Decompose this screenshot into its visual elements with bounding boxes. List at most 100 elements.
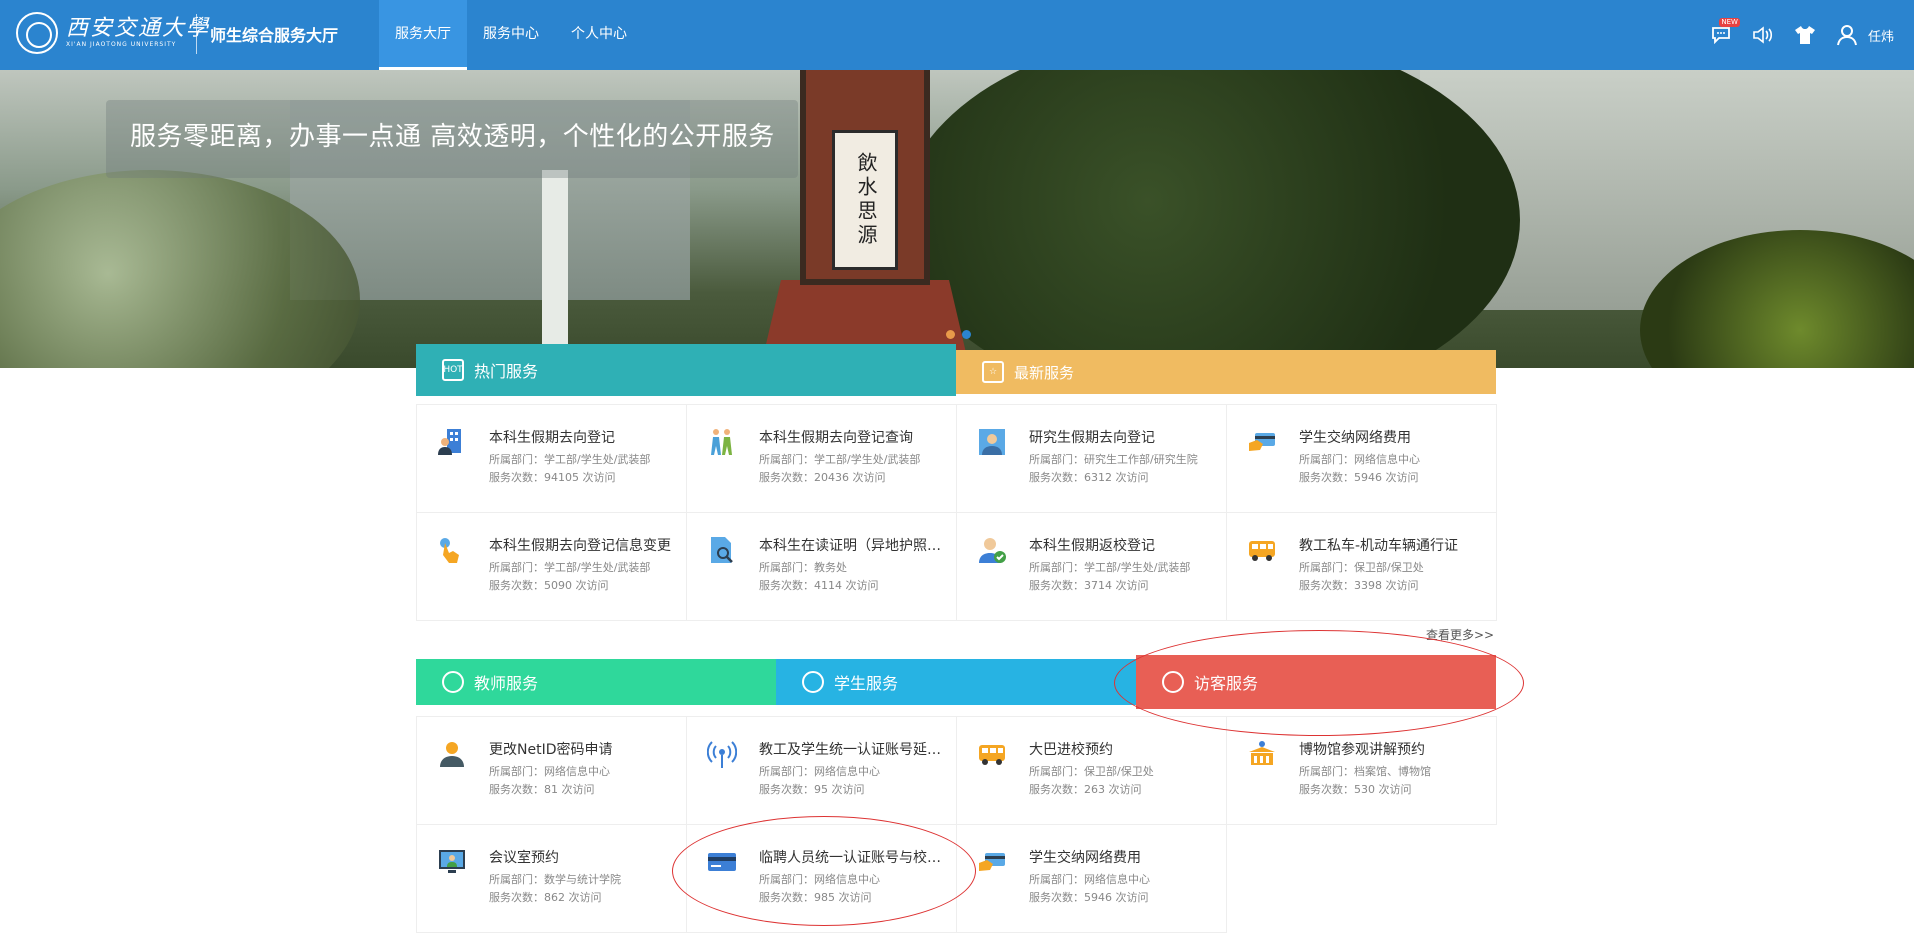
banner-pine-tree: [900, 70, 1520, 368]
service-name[interactable]: 学生交纳网络费用: [1299, 427, 1491, 447]
tab-visitor-services[interactable]: 访客服务: [1136, 655, 1496, 709]
service-card[interactable]: 研究生假期去向登记 所属部门：研究生工作部/研究生院 服务次数：6312 次访问: [957, 405, 1227, 513]
service-name[interactable]: 本科生在读证明（异地护照办理）: [759, 535, 951, 555]
service-name[interactable]: 教工私车-机动车辆通行证: [1299, 535, 1491, 555]
service-visit-count: 服务次数：3398 次访问: [1299, 579, 1419, 592]
visitor-icon: [1162, 671, 1184, 693]
service-department: 所属部门：档案馆、博物馆: [1299, 765, 1431, 778]
service-name[interactable]: 本科生假期去向登记: [489, 427, 681, 447]
star-badge-icon: ☆: [982, 361, 1004, 383]
nav-service-center[interactable]: 服务中心: [467, 0, 555, 70]
header-divider: [196, 14, 197, 54]
service-department: 所属部门：学工部/学生处/武装部: [1029, 561, 1191, 574]
service-visit-count: 服务次数：5946 次访问: [1299, 471, 1419, 484]
walking-people-icon: [707, 427, 737, 457]
new-badge: NEW: [1719, 18, 1740, 27]
bus-icon: [1247, 535, 1277, 565]
service-visit-count: 服务次数：862 次访问: [489, 891, 602, 904]
service-department: 所属部门：网络信息中心: [1029, 873, 1150, 886]
user-avatar-icon[interactable]: [1836, 24, 1858, 46]
hero-banner: 飲水思源 服务零距离，办事一点通 高效透明，个性化的公开服务: [0, 70, 1914, 368]
service-card[interactable]: 博物馆参观讲解预约 所属部门：档案馆、博物馆 服务次数：530 次访问: [1227, 717, 1497, 825]
bus-icon: [977, 739, 1007, 769]
document-search-icon: [707, 535, 737, 565]
hot-icon: HOT: [442, 359, 464, 381]
service-name[interactable]: 教工及学生统一认证账号延期申请: [759, 739, 951, 759]
service-department: 所属部门：学工部/学生处/武装部: [759, 453, 921, 466]
nav-service-hall[interactable]: 服务大厅: [379, 0, 467, 70]
service-name[interactable]: 本科生假期返校登记: [1029, 535, 1221, 555]
tab-student-label: 学生服务: [834, 674, 899, 693]
service-card[interactable]: 教工及学生统一认证账号延期申请 所属部门：网络信息中心 服务次数：95 次访问: [687, 717, 957, 825]
service-department: 所属部门：网络信息中心: [759, 765, 880, 778]
service-visit-count: 服务次数：5946 次访问: [1029, 891, 1149, 904]
service-card[interactable]: 学生交纳网络费用所属部门：网络信息中心 服务次数：5946 次访问: [957, 825, 1227, 933]
person-portrait-icon: [977, 427, 1007, 457]
tab-student-services[interactable]: 学生服务: [776, 659, 1136, 705]
carousel-dot[interactable]: [946, 330, 955, 339]
service-card[interactable]: 本科生假期去向登记查询 所属部门：学工部/学生处/武装部 服务次数：20436 次访…: [687, 405, 957, 513]
nav-personal-center[interactable]: 个人中心: [555, 0, 643, 70]
monitor-person-icon: [437, 847, 467, 877]
service-name[interactable]: 大巴进校预约: [1029, 739, 1221, 759]
username[interactable]: 任炜: [1868, 26, 1894, 45]
service-card[interactable]: 本科生在读证明（异地护照办理） 所属部门：教务处服务次数：4114 次访问: [687, 513, 957, 621]
tab-teacher-label: 教师服务: [474, 674, 539, 693]
museum-icon: [1247, 739, 1277, 769]
university-logo[interactable]: 西安交通大學 XI'AN JIAOTONG UNIVERSITY: [16, 12, 210, 54]
service-name[interactable]: 学生交纳网络费用: [1029, 847, 1221, 867]
skin-shirt-icon[interactable]: [1794, 24, 1816, 46]
carousel-dot-active[interactable]: [962, 330, 971, 339]
service-department: 所属部门：数学与统计学院: [489, 873, 621, 886]
service-visit-count: 服务次数：6312 次访问: [1029, 471, 1149, 484]
service-department: 所属部门：网络信息中心: [489, 765, 610, 778]
tab-new-label: 最新服务: [1014, 363, 1075, 382]
service-card[interactable]: 更改NetID密码申请所属部门：网络信息中心 服务次数：81 次访问: [417, 717, 687, 825]
service-card[interactable]: 教工私车-机动车辆通行证所属部门：保卫部/保卫处 服务次数：3398 次访问: [1227, 513, 1497, 621]
service-card[interactable]: 会议室预约所属部门：数学与统计学院 服务次数：862 次访问: [417, 825, 687, 933]
broadcast-icon: [706, 739, 738, 769]
service-card[interactable]: 学生交纳网络费用 所属部门：网络信息中心 服务次数：5946 次访问: [1227, 405, 1497, 513]
monument-plaque: 飲水思源: [832, 130, 898, 270]
service-card[interactable]: 本科生假期去向登记信息变更所属部门：学工部/学生处/武装部 服务次数：5090 次…: [417, 513, 687, 621]
service-name[interactable]: 研究生假期去向登记: [1029, 427, 1221, 447]
service-department: 所属部门：学工部/学生处/武装部: [489, 561, 651, 574]
logo-english-name: XI'AN JIAOTONG UNIVERSITY: [66, 41, 177, 48]
tab-hot-services[interactable]: HOT 热门服务: [416, 344, 956, 396]
service-name[interactable]: 本科生假期去向登记查询: [759, 427, 951, 447]
hand-pointer-icon: [437, 535, 467, 565]
service-department: 所属部门：学工部/学生处/武装部: [489, 453, 651, 466]
service-name[interactable]: 会议室预约: [489, 847, 681, 867]
university-seal-icon: [16, 12, 58, 54]
top-navigation-bar: 西安交通大學 XI'AN JIAOTONG UNIVERSITY 师生综合服务大…: [0, 0, 1914, 70]
person-check-icon: [977, 535, 1007, 565]
service-name[interactable]: 博物馆参观讲解预约: [1299, 739, 1491, 759]
service-department: 所属部门：教务处: [759, 561, 847, 574]
service-department: 所属部门：保卫部/保卫处: [1299, 561, 1424, 574]
service-card[interactable]: 本科生假期去向登记 所属部门：学工部/学生处/武装部 服务次数：94105 次访问: [417, 405, 687, 513]
tab-hot-label: 热门服务: [474, 362, 539, 381]
teacher-icon: [442, 671, 464, 693]
service-visit-count: 服务次数：5090 次访问: [489, 579, 609, 592]
service-name[interactable]: 本科生假期去向登记信息变更: [489, 535, 681, 555]
view-more-link[interactable]: 查看更多>>: [1426, 626, 1494, 643]
service-name[interactable]: 临聘人员统一认证账号与校园卡申请: [759, 847, 951, 867]
hot-services-grid: 本科生假期去向登记 所属部门：学工部/学生处/武装部 服务次数：94105 次访问本…: [416, 404, 1497, 621]
tab-teacher-services[interactable]: 教师服务: [416, 659, 776, 705]
message-icon[interactable]: NEW: [1710, 18, 1740, 46]
service-department: 所属部门：网络信息中心: [759, 873, 880, 886]
service-visit-count: 服务次数：4114 次访问: [759, 579, 879, 592]
service-visit-count: 服务次数：81 次访问: [489, 783, 595, 796]
logo-chinese-name: 西安交通大學: [66, 16, 211, 41]
visitor-services-grid: 更改NetID密码申请 所属部门：网络信息中心 服务次数：81 次访问 教工及学生统一…: [416, 716, 1497, 933]
banner-slogan: 服务零距离，办事一点通 高效透明，个性化的公开服务: [130, 122, 775, 152]
service-name[interactable]: 更改NetID密码申请: [489, 739, 681, 759]
speaker-icon[interactable]: [1752, 24, 1774, 46]
card-payment-icon: [1247, 427, 1277, 457]
service-card[interactable]: 临聘人员统一认证账号与校园卡申请所属部门：网络信息中心服务次数：985 次访问: [687, 825, 957, 933]
service-department: 所属部门：保卫部/保卫处: [1029, 765, 1154, 778]
service-card[interactable]: 大巴进校预约 所属部门：保卫部/保卫处 服务次数：263 次访问: [957, 717, 1227, 825]
service-visit-count: 服务次数：985 次访问: [759, 891, 872, 904]
tab-new-services[interactable]: ☆ 最新服务: [956, 350, 1496, 394]
service-card[interactable]: 本科生假期返校登记 所属部门：学工部/学生处/武装部 服务次数：3714 次访问: [957, 513, 1227, 621]
